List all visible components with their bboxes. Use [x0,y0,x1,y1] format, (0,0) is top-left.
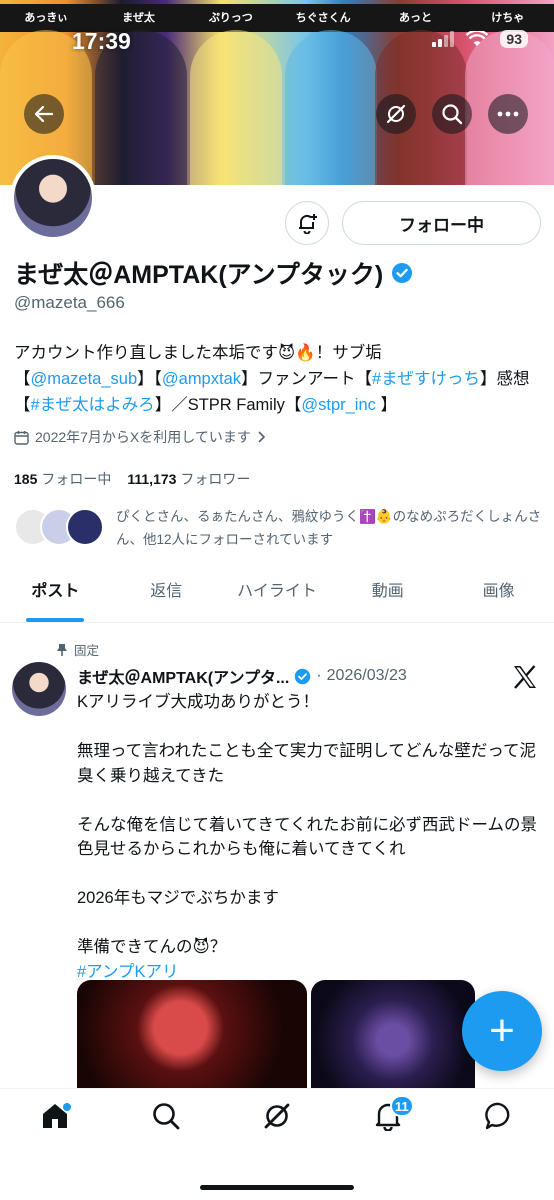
notification-badge: 11 [389,1095,414,1117]
profile-bio: アカウント作り直しました本垢です😈🔥！サブ垢 【@mazeta_sub】【@am… [14,340,544,418]
banner-name: あっと [398,11,432,24]
followers-label: フォロワー [180,471,251,487]
banner-name: ぷりっつ [208,11,253,24]
nav-search[interactable] [136,1101,196,1141]
bio-text: 】ファンアート【 [241,370,373,388]
display-name: まぜ太＠AMPTAK(アンプタック) [14,255,413,291]
bio-text: 】 [375,396,397,414]
post-media-image[interactable] [311,980,475,1100]
chat-bubble-icon [484,1102,509,1130]
mention-link[interactable]: @stpr_inc [301,396,376,414]
bio-text: 【 [14,396,31,414]
grok-icon [386,104,406,124]
post-paragraph: 準備できてんの😈？ [77,938,227,956]
home-indicator [200,1185,354,1190]
nav-messages[interactable] [469,1101,529,1141]
bio-text: 】【 [137,370,162,388]
joined-date[interactable]: 2022年7月からXを利用しています [14,427,266,447]
chevron-right-icon [258,431,265,443]
post-paragraph: Kアリライブ大成功ありがとう！ [77,693,320,711]
notification-subscribe-button[interactable] [285,201,329,245]
pinned-text: 固定 [74,644,100,658]
joined-text: 2022年7月からXを利用しています [35,429,251,445]
nav-grok[interactable] [247,1101,307,1141]
bio-text: 】／STPR Family【 [154,396,302,414]
following-count: 185 [14,471,38,487]
mention-link[interactable]: @mazeta_sub [31,370,138,388]
status-icons: 93 [432,30,528,48]
grok-button[interactable] [376,94,416,134]
calendar-icon [14,430,29,445]
tab-highlights[interactable]: ハイライト [222,567,333,622]
mention-link[interactable]: @ampxtak [162,370,241,388]
banner-name: ちぐさくん [295,11,351,24]
bio-text: 【 [14,370,31,388]
profile-tabs: ポスト 返信 ハイライト 動画 画像 [0,567,554,623]
tab-videos[interactable]: 動画 [332,567,443,622]
pinned-label: 固定 [56,640,99,659]
search-icon [153,1103,180,1130]
search-icon [442,104,463,125]
post-author-name[interactable]: まぜ太＠AMPTAK(アンプタ... [77,664,289,688]
battery-indicator: 93 [500,30,528,48]
display-name-text: まぜ太＠AMPTAK(アンプタック) [14,261,384,289]
compose-post-button[interactable]: + [462,991,542,1071]
followed-by-row[interactable]: ぴくとさん、るぁたんさん、鴉紋ゆうく✝️👶のなめぷろだくしょんさん、他12人にフ… [14,505,546,551]
bio-text: 】感想 [480,370,530,388]
following-button[interactable]: フォロー中 [342,201,541,245]
post-text: Kアリライブ大成功ありがとう！ 無理って言われたことも全て実力で証明してどんな壁… [77,690,545,984]
user-handle: @mazeta_666 [14,293,125,312]
post-media-image[interactable] [77,980,307,1100]
back-button[interactable] [24,94,64,134]
banner-character [285,30,377,185]
bio-text: アカウント作り直しました本垢です😈🔥！サブ垢 [14,344,382,362]
more-button[interactable] [488,94,528,134]
more-icon [497,111,519,117]
status-time: 17:39 [72,28,131,54]
post-paragraph: そんな俺を信じて着いてきてくれたお前に必ず西武ドームの景色見せるからこれからも俺… [77,815,538,859]
following-label: フォロー中 [41,471,112,487]
tab-images[interactable]: 画像 [443,567,554,622]
back-arrow-icon [34,105,54,123]
followers-count: 111,173 [127,471,177,487]
tab-replies[interactable]: 返信 [111,567,222,622]
follow-stats: 185 フォロー中 111,173 フォロワー [14,469,250,489]
post-author-avatar[interactable] [12,662,66,716]
followers-stat[interactable]: 111,173 フォロワー [127,469,250,489]
pin-icon [57,643,67,656]
post-date[interactable]: 2026/03/23 [327,667,407,685]
hashtag-link[interactable]: #まぜ太はよみろ [31,396,155,414]
search-button[interactable] [432,94,472,134]
x-logo-icon [514,665,536,689]
wifi-icon [466,31,489,46]
post-paragraph: 無理って言われたことも全て実力で証明してどんな壁だって泥臭く乗り越えてきた [77,742,537,785]
nav-home[interactable] [25,1101,85,1141]
nav-notifications[interactable]: 11 [358,1095,418,1141]
bell-plus-icon [299,214,317,234]
verified-badge-icon [392,263,413,283]
banner-character [190,30,282,185]
post-header: まぜ太＠AMPTAK(アンプタ... · 2026/03/23 [77,664,407,688]
verified-badge-icon [295,668,311,684]
following-stat[interactable]: 185 フォロー中 [14,469,111,489]
grok-icon [264,1103,290,1129]
post-paragraph: 2026年もマジでぶちかます [77,889,279,907]
post-dot: · [316,667,322,684]
bottom-nav: 11 [0,1088,554,1200]
mini-avatar [66,508,104,546]
hashtag-link[interactable]: #まぜすけっち [372,370,480,388]
tab-posts[interactable]: ポスト [0,567,111,622]
profile-avatar[interactable] [10,155,96,241]
followed-by-avatars [14,508,106,548]
banner-name: けちゃ [491,11,525,24]
followed-by-text: ぴくとさん、るぁたんさん、鴉紋ゆうく✝️👶のなめぷろだくしょんさん、他12人にフ… [116,509,542,547]
signal-icon [432,31,455,47]
